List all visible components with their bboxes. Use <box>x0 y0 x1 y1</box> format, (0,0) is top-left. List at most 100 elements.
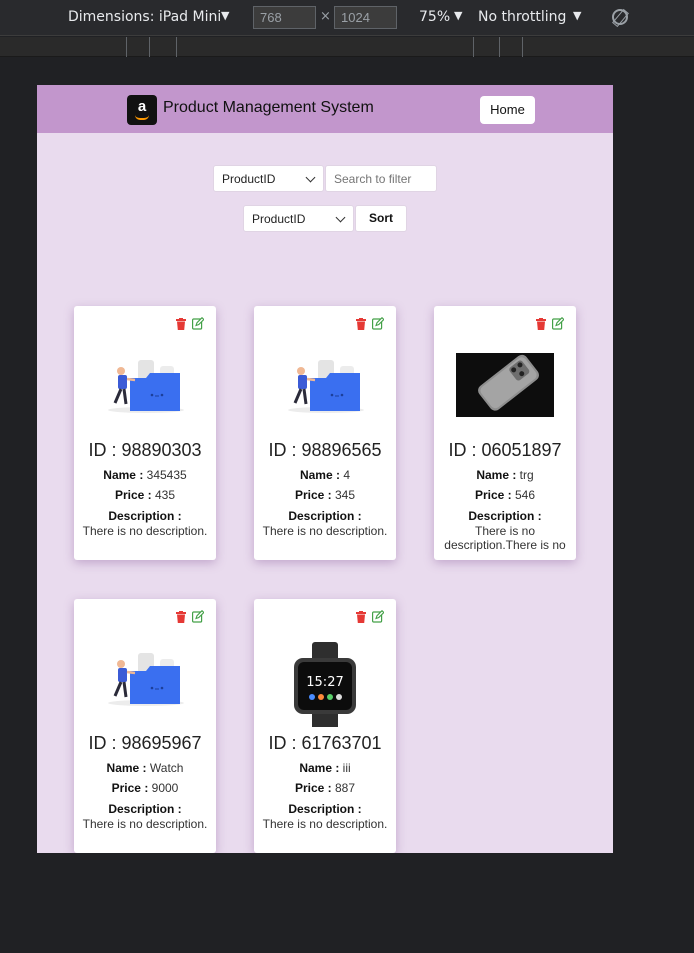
name-row: Name : iii <box>254 761 396 775</box>
price-value: 435 <box>155 488 176 502</box>
description-text: There is no description. <box>82 817 208 831</box>
sort-field-value: ProductID <box>252 212 306 226</box>
price-value: 546 <box>515 488 536 502</box>
id-label: ID : <box>88 440 117 460</box>
edit-icon[interactable] <box>372 317 384 330</box>
product-id: ID : 06051897 <box>434 440 576 461</box>
filter-field-select[interactable]: ProductID <box>213 165 324 192</box>
id-label: ID : <box>268 733 297 753</box>
product-card: ID : 98695967 Name : Watch Price : 9000 … <box>74 599 216 853</box>
sort-button[interactable]: Sort <box>355 205 407 232</box>
name-value: Watch <box>149 761 184 775</box>
device-viewport: a Product Management System Home Product… <box>37 85 613 853</box>
throttling-caret-icon[interactable]: ▼ <box>573 9 581 22</box>
name-label: Name : <box>299 761 340 775</box>
smartwatch-image: 15:27 <box>294 642 356 727</box>
product-id: ID : 98896565 <box>254 440 396 461</box>
name-value: trg <box>519 468 534 482</box>
name-value: 4 <box>343 468 351 482</box>
ruler-divider <box>176 37 177 57</box>
price-label: Price : <box>294 781 332 795</box>
dimensions-dropdown[interactable]: Dimensions: iPad Mini <box>68 9 221 25</box>
sort-field-select[interactable]: ProductID <box>243 205 354 232</box>
ruler-divider <box>126 37 127 57</box>
description-text: There is no description.There is no <box>444 524 566 552</box>
edit-icon[interactable] <box>552 317 564 330</box>
description-text: There is no description. <box>82 524 208 538</box>
price-row: Price : 546 <box>434 488 576 502</box>
ruler-divider <box>473 37 474 57</box>
times-symbol: × <box>320 9 331 24</box>
id-value: 06051897 <box>481 440 562 460</box>
chevron-down-icon <box>305 172 316 183</box>
name-label: Name : <box>476 468 517 482</box>
id-value: 61763701 <box>301 733 382 753</box>
zoom-dropdown[interactable]: 75% <box>419 9 450 25</box>
name-row: Name : 4 <box>254 468 396 482</box>
id-value: 98896565 <box>301 440 382 460</box>
devtools-toolbar: Dimensions: iPad Mini ▼ × 75% ▼ No throt… <box>0 0 694 36</box>
product-id: ID : 98695967 <box>74 733 216 754</box>
amazon-logo[interactable]: a <box>127 95 157 125</box>
edit-icon[interactable] <box>192 317 204 330</box>
id-label: ID : <box>268 440 297 460</box>
price-label: Price : <box>114 488 152 502</box>
ruler-divider <box>522 37 523 57</box>
folder-illustration-image <box>288 360 364 413</box>
description-label: Description : <box>288 509 362 523</box>
product-card: 15:27 ID : 61763701 Name : iii Price : 8… <box>254 599 396 853</box>
height-input[interactable] <box>334 6 397 29</box>
description-label: Description : <box>108 509 182 523</box>
iphone-image <box>456 353 554 417</box>
name-label: Name : <box>103 468 144 482</box>
home-button[interactable]: Home <box>480 96 535 124</box>
id-label: ID : <box>88 733 117 753</box>
ruler-divider <box>149 37 150 57</box>
price-row: Price : 435 <box>74 488 216 502</box>
price-label: Price : <box>294 488 332 502</box>
folder-illustration-image <box>108 653 184 706</box>
throttling-dropdown[interactable]: No throttling <box>478 9 566 25</box>
search-input[interactable] <box>325 165 437 192</box>
edit-icon[interactable] <box>192 610 204 623</box>
dimensions-caret-icon[interactable]: ▼ <box>221 9 229 22</box>
price-row: Price : 9000 <box>74 781 216 795</box>
product-card: ID : 98890303 Name : 345435 Price : 435 … <box>74 306 216 560</box>
product-card: ID : 06051897 Name : trg Price : 546 Des… <box>434 306 576 560</box>
watch-time: 15:27 <box>306 675 343 690</box>
navbar: a Product Management System Home <box>37 85 613 133</box>
trash-icon[interactable] <box>536 318 546 330</box>
edit-icon[interactable] <box>372 610 384 623</box>
name-value: iii <box>342 761 351 775</box>
product-id: ID : 98890303 <box>74 440 216 461</box>
name-row: Name : 345435 <box>74 468 216 482</box>
trash-icon[interactable] <box>356 611 366 623</box>
product-card: ID : 98896565 Name : 4 Price : 345 Descr… <box>254 306 396 560</box>
price-row: Price : 345 <box>254 488 396 502</box>
description-label: Description : <box>108 802 182 816</box>
rotate-icon[interactable] <box>612 9 628 25</box>
name-value: 345435 <box>146 468 187 482</box>
ruler-divider <box>499 37 500 57</box>
app-title: Product Management System <box>163 99 374 116</box>
filter-field-value: ProductID <box>222 172 276 186</box>
trash-icon[interactable] <box>176 318 186 330</box>
price-value: 887 <box>335 781 356 795</box>
description-text: There is no description. <box>262 524 388 538</box>
name-label: Name : <box>106 761 147 775</box>
product-id: ID : 61763701 <box>254 733 396 754</box>
chevron-down-icon <box>335 212 346 223</box>
width-input[interactable] <box>253 6 316 29</box>
id-value: 98695967 <box>121 733 202 753</box>
id-label: ID : <box>448 440 477 460</box>
price-label: Price : <box>474 488 512 502</box>
zoom-caret-icon[interactable]: ▼ <box>454 9 462 22</box>
trash-icon[interactable] <box>356 318 366 330</box>
description-label: Description : <box>288 802 362 816</box>
name-label: Name : <box>299 468 340 482</box>
trash-icon[interactable] <box>176 611 186 623</box>
price-label: Price : <box>111 781 149 795</box>
media-query-ruler <box>0 37 694 57</box>
name-row: Name : trg <box>434 468 576 482</box>
price-value: 345 <box>335 488 356 502</box>
